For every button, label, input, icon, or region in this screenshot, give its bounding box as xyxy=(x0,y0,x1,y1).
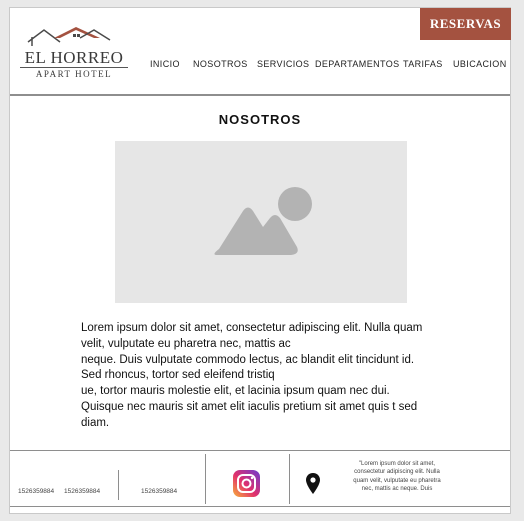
about-paragraph: Lorem ipsum dolor sit amet, consectetur … xyxy=(81,321,446,432)
paragraph-line: Quisque nec mauris sit amet elit iaculis… xyxy=(81,400,418,413)
footer: 1526359884 1526359884 1526359884 "Lorem … xyxy=(10,450,510,507)
house-roof-icon xyxy=(27,27,111,46)
instagram-icon[interactable] xyxy=(233,470,260,497)
reservas-button[interactable]: RESERVAS xyxy=(420,8,511,40)
footer-divider xyxy=(205,454,206,504)
phone-number: 1526359884 xyxy=(64,488,101,495)
image-placeholder-icon xyxy=(214,187,312,255)
logo-divider xyxy=(20,67,128,68)
nav-nosotros[interactable]: NOSOTROS xyxy=(193,59,248,69)
nav-ubicacion[interactable]: UBICACION xyxy=(453,59,507,69)
paragraph-line: Sed rhoncus, tortor sed eleifend tristiq xyxy=(81,369,275,382)
header: EL HORREO APART HOTEL RESERVAS INICIO NO… xyxy=(10,8,511,96)
footer-note: "Lorem ipsum dolor sit amet, consectetur… xyxy=(342,460,452,494)
image-placeholder xyxy=(115,141,407,303)
footer-divider xyxy=(289,454,290,504)
logo-subtitle: APART HOTEL xyxy=(35,69,113,79)
phone-number: 1526359884 xyxy=(18,488,55,495)
paragraph-line: neque. Duis vulputate commodo lectus, ac… xyxy=(81,353,415,366)
paragraph-line: ue, tortor mauris molestie elit, et laci… xyxy=(81,385,390,398)
footer-divider xyxy=(118,470,119,500)
footer-note-line: nec, mattis ac neque. Duis xyxy=(361,486,433,493)
page-title: NOSOTROS xyxy=(218,112,302,127)
nav-servicios[interactable]: SERVICIOS xyxy=(257,59,309,69)
logo[interactable]: EL HORREO APART HOTEL xyxy=(18,26,130,82)
footer-note-line: "Lorem ipsum dolor sit amet, xyxy=(358,461,436,467)
nav-departamentos[interactable]: DEPARTAMENTOS xyxy=(315,59,400,69)
page: EL HORREO APART HOTEL RESERVAS INICIO NO… xyxy=(9,7,511,514)
phone-number: 1526359884 xyxy=(141,488,178,495)
paragraph-line: velit, vulputate eu pharetra nec, mattis… xyxy=(81,337,291,350)
nav-tarifas[interactable]: TARIFAS xyxy=(403,59,443,69)
logo-title: EL HORREO xyxy=(24,48,124,67)
footer-note-line: quam velit, vulputate eu pharetra xyxy=(353,477,441,484)
paragraph-line: diam. xyxy=(81,416,110,429)
nav-inicio[interactable]: INICIO xyxy=(150,59,180,69)
footer-note-line: consectetur adipiscing elit. Nulla xyxy=(354,469,440,476)
location-pin-icon[interactable] xyxy=(306,473,320,494)
paragraph-line: Lorem ipsum dolor sit amet, consectetur … xyxy=(81,322,423,334)
